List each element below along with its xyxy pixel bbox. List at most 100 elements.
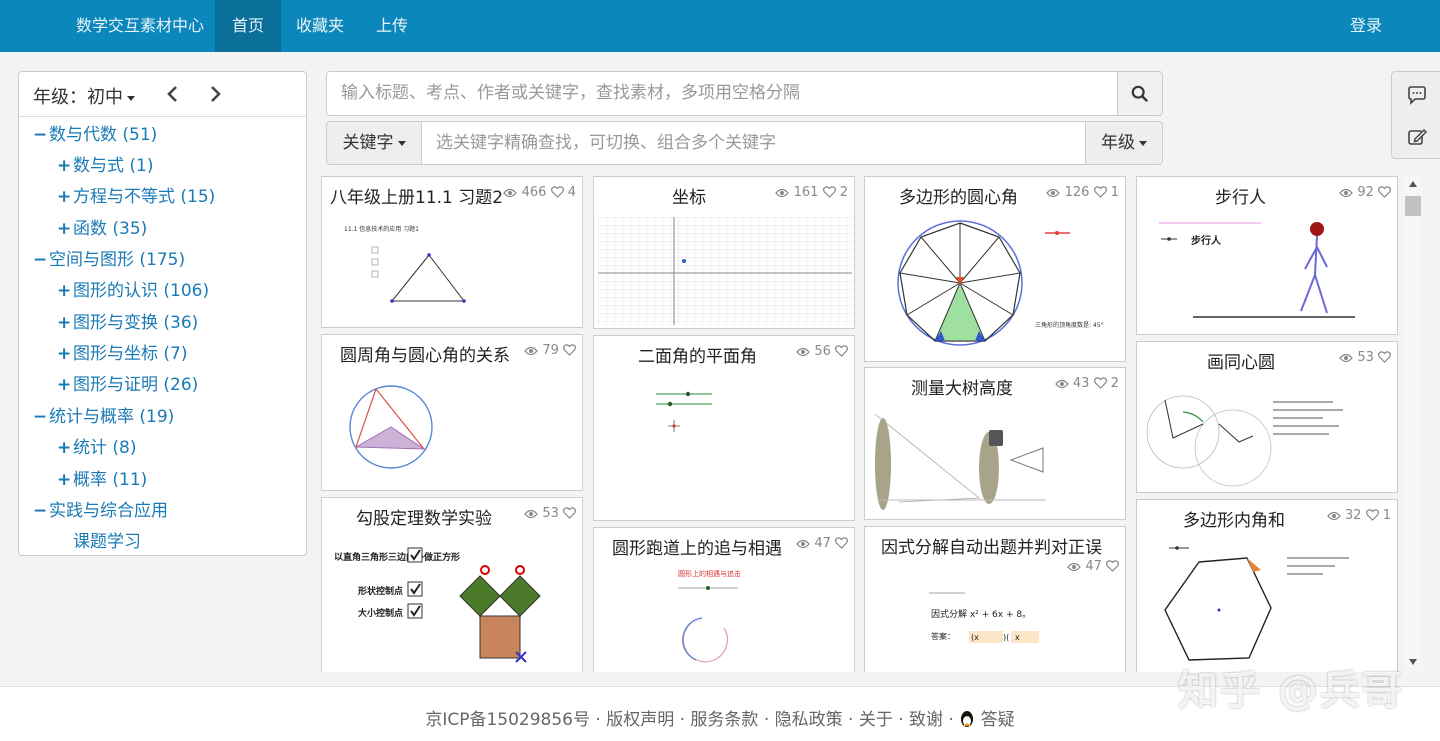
caret-down-icon (127, 95, 135, 101)
search-icon (1131, 85, 1149, 103)
tree-node-geometry[interactable]: − 空间与图形 (175) (33, 245, 185, 270)
material-card[interactable]: 步行人 92 步行人 (1136, 176, 1398, 335)
heart-icon[interactable] (1093, 186, 1107, 198)
tree-node-statistics[interactable]: + 统计 (8) (57, 433, 136, 458)
thumbnail-caption: )( (1003, 633, 1009, 642)
material-card[interactable]: 勾股定理数学实验 53 以直角三角形三边向外做正方形 形状控制点 大小控制点 (321, 497, 583, 672)
tree-node-probability[interactable]: + 概率 (11) (57, 465, 147, 490)
footer-qa-link[interactable]: 答疑 (981, 710, 1015, 730)
material-card[interactable]: 画同心圆 53 (1136, 341, 1398, 493)
grade-filter-label: 年级 (1101, 133, 1135, 153)
tree-node-proofs[interactable]: + 图形与证明 (26) (57, 370, 198, 395)
card-title: 坐标 (672, 188, 706, 208)
thumbnail-caption: 圆形上的相遇与追击 (678, 569, 741, 578)
heart-icon[interactable] (835, 345, 848, 357)
heart-icon[interactable] (1378, 186, 1391, 198)
eye-icon (1054, 379, 1069, 389)
keyword-input[interactable]: 选关键字精确查找，可切换、组合多个关键字 (421, 121, 1086, 165)
card-title: 圆周角与圆心角的关系 (340, 346, 510, 366)
brand-link[interactable]: 数学交互素材中心 (76, 0, 204, 52)
heart-icon[interactable] (1093, 377, 1107, 389)
footer-link-list[interactable]: 京ICP备15029856号 · 版权声明 · 服务条款 · 隐私政策 · 关于… (425, 710, 959, 730)
nav-upload[interactable]: 上传 (376, 0, 408, 52)
keyword-dropdown[interactable]: 关键字 (326, 121, 422, 165)
collapse-icon: − (33, 501, 48, 521)
expand-icon: + (57, 219, 72, 239)
grade-dropdown[interactable]: 年级：初中 (33, 83, 135, 109)
tree-node-projects[interactable]: 课题学习 (57, 527, 141, 552)
card-title: 二面角的平面角 (638, 347, 757, 367)
tree-node-label: 图形与变换 (36) (73, 313, 199, 333)
nav-favorites[interactable]: 收藏夹 (296, 0, 344, 52)
eye-icon (524, 346, 539, 356)
search-input[interactable]: 输入标题、考点、作者或关键字，查找素材，多项用空格分隔 (326, 71, 1118, 116)
edit-icon[interactable] (1406, 126, 1428, 148)
card-title: 步行人 (1215, 188, 1266, 208)
tree-node-functions[interactable]: + 函数 (35) (57, 214, 147, 239)
card-title: 圆形跑道上的追与相遇 (612, 539, 782, 559)
expand-icon: + (57, 375, 72, 395)
tree-node-practice[interactable]: − 实践与综合应用 (33, 496, 168, 521)
watermark: 知乎 @兵哥 (1178, 668, 1404, 714)
view-count: 92 (1357, 185, 1374, 200)
material-card[interactable]: 多边形的圆心角 126 1 三角形的顶角度数是: 45° (864, 176, 1126, 362)
comment-icon[interactable] (1406, 84, 1428, 106)
heart-icon[interactable] (550, 186, 564, 198)
heart-icon[interactable] (563, 507, 576, 519)
nav-home[interactable]: 首页 (215, 0, 282, 52)
heart-icon[interactable] (822, 186, 836, 198)
scroll-thumb[interactable] (1405, 196, 1421, 216)
material-card[interactable]: 二面角的平面角 56 (593, 335, 855, 521)
nav-login[interactable]: 登录 (1350, 0, 1382, 52)
tree-node-numbers[interactable]: + 数与式 (1) (57, 151, 153, 176)
material-card[interactable]: 八年级上册11.1 习题2 466 4 11.1 信息技术的应用 习题1 (321, 176, 583, 328)
grid-scrollbar[interactable] (1404, 176, 1422, 670)
material-card[interactable]: 坐标 161 2 (593, 176, 855, 329)
thumbnail-caption: 因式分解 x² + 6x + 8。 (931, 608, 1031, 620)
tree-node-transforms[interactable]: + 图形与变换 (36) (57, 308, 198, 333)
chevron-right-icon[interactable] (205, 84, 225, 104)
material-card[interactable]: 因式分解自动出题并判对正误 47 因式分解 x² + 6x + 8。 答案： (… (864, 526, 1126, 672)
material-card[interactable]: 圆周角与圆心角的关系 79 (321, 334, 583, 491)
view-count: 47 (814, 536, 831, 551)
card-stats: 32 1 (1326, 508, 1391, 523)
heart-icon[interactable] (1365, 509, 1379, 521)
tree-node-shapes[interactable]: + 图形的认识 (106) (57, 276, 209, 301)
chevron-left-icon[interactable] (163, 84, 183, 104)
card-thumbnail (656, 391, 712, 432)
card-thumbnail: 11.1 信息技术的应用 习题1 (344, 225, 466, 303)
scroll-down-arrow-icon[interactable] (1409, 659, 1417, 665)
thumbnail-caption: 步行人 (1191, 234, 1222, 247)
material-card[interactable]: 多边形内角和 32 1 (1136, 499, 1398, 672)
scroll-up-arrow-icon[interactable] (1409, 181, 1417, 187)
collapse-icon: − (33, 407, 48, 427)
tree-node-label: 空间与图形 (175) (49, 250, 186, 270)
view-count: 79 (542, 343, 559, 358)
grade-filter-dropdown[interactable]: 年级 (1085, 121, 1163, 165)
card-title: 多边形内角和 (1183, 511, 1285, 531)
heart-icon[interactable] (1106, 560, 1119, 572)
heart-icon[interactable] (835, 537, 848, 549)
card-title: 测量大树高度 (911, 379, 1013, 399)
tree-node-statistics-probability[interactable]: − 统计与概率 (19) (33, 402, 174, 427)
eye-icon (1339, 188, 1354, 198)
tree-node-coordinates[interactable]: + 图形与坐标 (7) (57, 339, 187, 364)
expand-icon: + (57, 156, 72, 176)
material-card[interactable]: 测量大树高度 43 2 (864, 367, 1126, 520)
thumbnail-caption: 形状控制点 (358, 585, 403, 597)
search-button[interactable] (1117, 71, 1163, 116)
card-title: 勾股定理数学实验 (356, 509, 492, 529)
heart-icon[interactable] (1378, 351, 1391, 363)
card-thumbnail: 因式分解 x² + 6x + 8。 答案： (x )( x (929, 592, 1039, 643)
card-stats: 126 1 (1046, 185, 1119, 200)
material-card[interactable]: 圆形跑道上的追与相遇 47 圆形上的相遇与追击 (593, 527, 855, 672)
heart-icon[interactable] (563, 344, 576, 356)
tree-node-label: 统计与概率 (19) (49, 407, 175, 427)
tree-node-equations[interactable]: + 方程与不等式 (15) (57, 182, 215, 207)
tree-node-algebra[interactable]: − 数与代数 (51) (33, 120, 157, 145)
card-thumbnail: 三角形的顶角度数是: 45° (897, 220, 1104, 346)
card-stats: 161 2 (775, 185, 848, 200)
eye-icon (775, 188, 790, 198)
eye-icon (1067, 562, 1082, 572)
card-thumbnail: 圆形上的相遇与追击 (678, 569, 741, 663)
